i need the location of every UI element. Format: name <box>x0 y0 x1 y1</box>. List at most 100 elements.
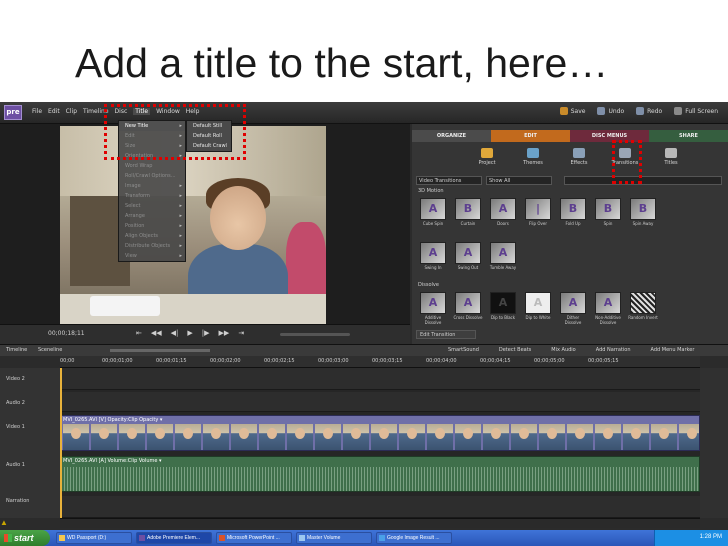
menu-item-roll-crawl[interactable]: Roll/Crawl Options... <box>119 171 185 181</box>
edit-transition-button[interactable]: Edit Transition <box>416 330 476 339</box>
show-all-select[interactable]: Show All <box>486 176 552 185</box>
transition-swing-out[interactable]: A Swing Out <box>453 242 483 270</box>
timeline-horizontal-scrollbar[interactable] <box>60 518 700 528</box>
menu-item-word-wrap[interactable]: Word Wrap <box>119 161 185 171</box>
menu-clip[interactable]: Clip <box>66 108 77 115</box>
transition-cube-spin[interactable]: A Cube Spin <box>418 198 448 226</box>
tab-timeline[interactable]: Timeline <box>6 347 27 353</box>
undo-button[interactable]: Undo <box>597 107 624 115</box>
undo-icon <box>597 107 606 115</box>
track-headers: Video 2 Audio 2 Video 1 Audio 1 Narratio… <box>0 368 60 518</box>
audio-clip[interactable]: MVI_0265.AVI [A] Volume:Clip Volume ▾ <box>60 456 700 492</box>
transition-doors[interactable]: A Doors <box>488 198 518 226</box>
highlight-titles <box>612 140 642 184</box>
clip-frame <box>203 424 229 450</box>
menu-item-position[interactable]: Position ▸ <box>119 221 185 231</box>
track-narration[interactable]: Narration <box>6 498 29 504</box>
fast-forward-icon[interactable]: ▶▶ <box>219 329 230 337</box>
transition-flip-over[interactable]: | Flip Over <box>523 198 553 226</box>
clip-frame <box>399 424 425 450</box>
transition-thumbnail: A <box>420 198 446 220</box>
menu-item-align-objects[interactable]: Align Objects ▸ <box>119 231 185 241</box>
transition-swing-in[interactable]: A Swing In <box>418 242 448 270</box>
timeline-vertical-scrollbar[interactable] <box>700 368 728 518</box>
frame-back-icon[interactable]: ◀| <box>171 329 179 337</box>
transition-curtain[interactable]: B Curtain <box>453 198 483 226</box>
windows-taskbar: start WD Passport (D:) Adobe Premiere El… <box>0 530 728 546</box>
transition-spin[interactable]: B Spin <box>593 198 623 226</box>
effects-button[interactable]: Effects <box>564 148 594 166</box>
redo-button[interactable]: Redo <box>636 107 662 115</box>
tab-edit[interactable]: EDIT <box>491 130 570 142</box>
ruler-tick: 00;00;04;15 <box>480 358 511 364</box>
task-master-volume[interactable]: Master Volume <box>296 532 372 544</box>
clip-thumbnails <box>61 424 699 450</box>
menu-item-distribute-objects[interactable]: Distribute Objects ▸ <box>119 241 185 251</box>
add-menu-marker-button[interactable]: Add Menu Marker <box>651 347 695 353</box>
task-powerpoint[interactable]: Microsoft PowerPoint ... <box>216 532 292 544</box>
transition-fold-up[interactable]: B Fold Up <box>558 198 588 226</box>
menu-file[interactable]: File <box>32 108 42 115</box>
transition-caption: Additive Dissolve <box>424 315 442 325</box>
rewind-icon[interactable]: ◀◀ <box>151 329 162 337</box>
transition-random-invert[interactable]: Random Invert <box>628 292 658 325</box>
clip-frame <box>511 424 537 450</box>
ruler-tick: 00;00;01;00 <box>102 358 133 364</box>
frame-forward-icon[interactable]: |▶ <box>202 329 210 337</box>
transition-additive-dissolve[interactable]: A Additive Dissolve <box>418 292 448 325</box>
save-button[interactable]: Save <box>559 107 585 115</box>
volume-icon <box>299 535 305 541</box>
warning-icon: ▲ <box>0 518 8 527</box>
transition-dip-to-white[interactable]: A Dip to White <box>523 292 553 325</box>
video-clip[interactable]: MVI_0265.AVI [V] Opacity:Clip Opacity ▾ <box>60 415 700 451</box>
clip-frame <box>91 424 117 450</box>
fullscreen-button[interactable]: Full Screen <box>674 107 718 115</box>
category-select[interactable]: Video Transitions <box>416 176 482 185</box>
timeline-tracks[interactable]: MVI_0265.AVI [V] Opacity:Clip Opacity ▾ … <box>60 368 700 518</box>
premiere-logo: pre <box>4 105 22 120</box>
menu-item-transform[interactable]: Transform ▸ <box>119 191 185 201</box>
menu-item-image[interactable]: Image ▸ <box>119 181 185 191</box>
task-premiere-elements[interactable]: Adobe Premiere Elem... <box>136 532 212 544</box>
step-back-icon[interactable]: ⇤ <box>136 329 142 337</box>
menu-item-view[interactable]: View ▸ <box>119 251 185 261</box>
time-ruler[interactable]: 00;00 00;00;01;00 00;00;01;15 00;00;02;0… <box>60 356 700 368</box>
tab-organize[interactable]: ORGANIZE <box>412 130 491 142</box>
start-button[interactable]: start <box>0 530 50 546</box>
smartsound-button[interactable]: SmartSound <box>448 347 479 353</box>
transition-cross-dissolve[interactable]: A Cross Dissolve <box>453 292 483 325</box>
menu-item-select[interactable]: Select ▸ <box>119 201 185 211</box>
track-audio-1[interactable]: Audio 1 <box>6 462 25 468</box>
menu-item-arrange[interactable]: Arrange ▸ <box>119 211 185 221</box>
preview-girl <box>286 222 326 302</box>
search-input[interactable] <box>564 176 722 185</box>
detect-beats-button[interactable]: Detect Beats <box>499 347 531 353</box>
playhead[interactable] <box>60 368 62 518</box>
tab-sceneline[interactable]: Sceneline <box>38 347 62 353</box>
transition-non-additive-dissolve[interactable]: A Non-Additive Dissolve <box>593 292 623 325</box>
task-google-image[interactable]: Google Image Result ... <box>376 532 452 544</box>
step-forward-icon[interactable]: ⇥ <box>238 329 244 337</box>
transition-dither-dissolve[interactable]: A Dither Dissolve <box>558 292 588 325</box>
zoom-slider[interactable] <box>110 349 210 352</box>
transition-spin-away[interactable]: B Spin Away <box>628 198 658 226</box>
themes-button[interactable]: Themes <box>518 148 548 166</box>
transition-thumbnail: A <box>560 292 586 314</box>
shuttle-slider[interactable] <box>280 333 350 336</box>
project-button[interactable]: Project <box>472 148 502 166</box>
track-video-2[interactable]: Video 2 <box>6 376 25 382</box>
undo-label: Undo <box>608 107 625 115</box>
titles-button[interactable]: Titles <box>656 148 686 166</box>
transition-dip-to-black[interactable]: A Dip to Black <box>488 292 518 325</box>
track-video-1[interactable]: Video 1 <box>6 424 25 430</box>
menu-edit[interactable]: Edit <box>48 108 60 115</box>
play-icon[interactable]: ▶ <box>187 329 192 337</box>
transition-tumble-away[interactable]: A Tumble Away <box>488 242 518 270</box>
ruler-tick: 00;00;03;00 <box>318 358 349 364</box>
track-audio-2[interactable]: Audio 2 <box>6 400 25 406</box>
add-narration-button[interactable]: Add Narration <box>596 347 631 353</box>
clip-frame <box>147 424 173 450</box>
task-wd-passport[interactable]: WD Passport (D:) <box>56 532 132 544</box>
mix-audio-button[interactable]: Mix Audio <box>551 347 575 353</box>
tab-share[interactable]: SHARE <box>649 130 728 142</box>
